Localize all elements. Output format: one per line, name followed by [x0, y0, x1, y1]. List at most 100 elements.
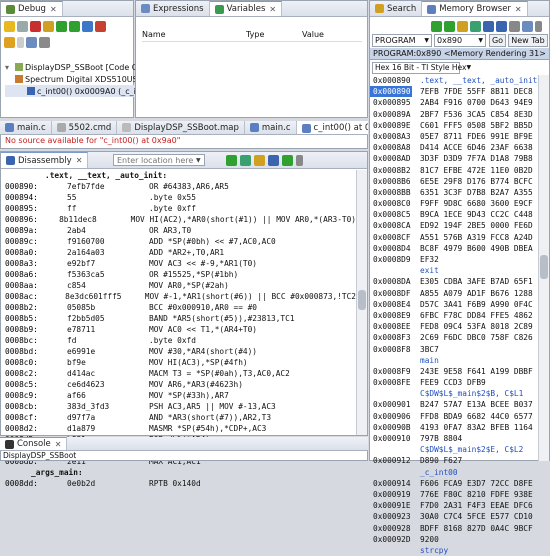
memory-row[interactable]: 0x000928 BDFF 8168 827D 0A4C 9BCF: [370, 523, 538, 534]
step-return-icon[interactable]: [69, 20, 80, 32]
disassembly-row[interactable]: 0008ac: 8e3dc601fff5 MOV #-1,*AR1(short(#6…: [1, 291, 356, 302]
memory-label[interactable]: C$DW$L$_main$2$E, C$L2: [370, 444, 538, 455]
memory-row[interactable]: 0x0008CA ED92 194F 2BE5 0000 FE6D: [370, 220, 538, 231]
disassembly-row[interactable]: 0008cb: 383d_3fd3 PSH AC3,AR5 || MOV #-13,…: [1, 401, 356, 412]
memory-row[interactable]: 0x00092D 9200: [370, 534, 538, 545]
memory-rendering-tab[interactable]: PROGRAM:0x890 <Memory Rendering 31>✕: [370, 48, 549, 60]
resume-icon[interactable]: [4, 20, 15, 32]
disassembly-scrollbar[interactable]: [356, 170, 367, 435]
tab-5502-cmd[interactable]: 5502.cmd: [52, 121, 118, 134]
memory-row[interactable]: 0x0008C5 B9CA 1ECE 9D43 CC2C C448: [370, 209, 538, 220]
disassembly-row[interactable]: 000894: 55 .byte 0x55: [1, 192, 356, 203]
disassembly-row[interactable]: 0008a6: f5363ca5 OR #15525,*SP(#1bh): [1, 269, 356, 280]
disassembly-row[interactable]: 0008b9: e78711 MOV AC0 << T1,*(AR4+T0): [1, 324, 356, 335]
disassembly-label[interactable]: _args_main:: [1, 467, 356, 478]
tab-variables[interactable]: Variables ✕: [209, 1, 283, 16]
memory-row[interactable]: 0x000901 B247 57A7 E13A BCEE B037: [370, 399, 538, 410]
step-into-icon[interactable]: [43, 20, 54, 32]
disassembly-row[interactable]: 0008c2: d414ac MACM T3 = *SP(#0ah),T3,AC0,…: [1, 368, 356, 379]
menu-icon[interactable]: [296, 155, 303, 166]
disassembly-row[interactable]: 000896: 8b11dec8 MOV HI(AC2),*AR0(short(#1…: [1, 214, 356, 225]
gear-icon[interactable]: [4, 36, 15, 48]
tab-search[interactable]: Search: [370, 1, 423, 16]
restart-icon[interactable]: [95, 20, 106, 32]
new-tab-button[interactable]: New Tab: [508, 34, 548, 47]
refresh-icon[interactable]: [240, 155, 251, 166]
save-icon[interactable]: [483, 20, 494, 32]
back-icon[interactable]: [431, 20, 442, 32]
address-field[interactable]: 0x890 ▼: [434, 34, 486, 47]
disassembly-row[interactable]: 0008aa: c854 MOV AR0,*SP(#2ah): [1, 280, 356, 291]
memory-row[interactable]: 0x0008AD 3D3F D3D9 7F7A D1A8 79B8: [370, 153, 538, 164]
disassembly-row[interactable]: 0008a0: 2a164a03 ADD *AR2+,T0,AR1: [1, 247, 356, 258]
menu-icon[interactable]: [535, 20, 542, 32]
disassembly-row[interactable]: 0008c9: af66 MOV *SP(#33h),AR7: [1, 390, 356, 401]
go-icon[interactable]: [226, 155, 237, 166]
source-icon[interactable]: [268, 155, 279, 166]
disassembly-row[interactable]: 0008b2: 05085b BCC #0x000910,AR0 == #0: [1, 302, 356, 313]
chip-icon[interactable]: [39, 36, 50, 48]
memory-row[interactable]: 0x0008E9 6FBC F78C DD84 FFE5 4862: [370, 310, 538, 321]
memory-row[interactable]: 0x0008A3 05E7 8711 FDE6 991E BF9E: [370, 131, 538, 142]
memory-row[interactable]: 0x0008BB 6351 3C3F D7B8 B2A7 A355: [370, 187, 538, 198]
format-select[interactable]: Hex 16 Bit - TI Style Hex ▼: [372, 62, 471, 74]
memory-label[interactable]: exit: [370, 265, 538, 276]
memory-row[interactable]: 0x0008E4 D57C 3A41 F6B9 A990 0F4C: [370, 299, 538, 310]
close-icon[interactable]: ✕: [76, 156, 83, 165]
disassembly-row[interactable]: 0008bc: fd .byte 0xfd: [1, 335, 356, 346]
disassembly-row[interactable]: 0008d2: d1a879 MASMR *SP(#54h),*CDP+,AC3: [1, 423, 356, 434]
memory-row[interactable]: 0x0008F3 2C69 F6DC DBC0 758F C826: [370, 332, 538, 343]
memory-row[interactable]: 0x000919 776E F80C 8210 FDFE 938E: [370, 489, 538, 500]
memory-row[interactable]: 0x00089E C601 FFF5 0508 5BF2 BB5D: [370, 120, 538, 131]
chevron-down-icon[interactable]: ▼: [196, 157, 201, 164]
col-type[interactable]: Type: [246, 30, 302, 41]
fill-icon[interactable]: [522, 20, 533, 32]
close-icon[interactable]: ✕: [50, 5, 57, 14]
terminate-icon[interactable]: [30, 20, 41, 32]
memory-row[interactable]: 0x000895 2AB4 F916 0700 D643 94E9: [370, 97, 538, 108]
memory-row[interactable]: 0x0008F9 243E 9E58 F641 A199 DBBF: [370, 366, 538, 377]
memory-label[interactable]: _c_int00: [370, 467, 538, 478]
close-icon[interactable]: ✕: [269, 5, 276, 14]
suspend-icon[interactable]: [17, 20, 28, 32]
memory-row[interactable]: 0x0008C0 F9FF 9D8C 6680 3600 E9CF: [370, 198, 538, 209]
tab-main-c-2[interactable]: main.c: [245, 121, 297, 134]
col-value[interactable]: Value: [302, 30, 324, 41]
scroll-thumb[interactable]: [358, 290, 366, 310]
memory-scrollbar[interactable]: [538, 75, 549, 461]
memory-row[interactable]: 0x0008B6 6E5E 29F8 D176 B774 BCFC: [370, 176, 538, 187]
tab-memory-browser[interactable]: Memory Browser ✕: [422, 1, 528, 16]
reset-icon[interactable]: [82, 20, 93, 32]
memory-row[interactable]: 0x0008D9 EF32: [370, 254, 538, 265]
close-icon[interactable]: ✕: [55, 440, 62, 449]
tab-c-int00[interactable]: c_int00() at 0x9a0✕: [296, 121, 368, 134]
memory-row[interactable]: 0x0008F8 3BC7: [370, 344, 538, 355]
close-icon[interactable]: ✕: [515, 5, 522, 14]
memory-row[interactable]: 0x000910 797B 8804: [370, 433, 538, 444]
memory-row[interactable]: 0x0008B2 81C7 EFBE 472E 11E0 0B2D: [370, 165, 538, 176]
disassembly-row[interactable]: 00089c: f9160700 ADD *SP(#0bh) << #7,AC0,A…: [1, 236, 356, 247]
memory-row[interactable]: 0x0008D4 BC8F 4979 B600 490B DBEA: [370, 243, 538, 254]
memory-row[interactable]: 0x000923 30A0 C7C4 5FCE E577 CD10: [370, 511, 538, 522]
step-icon[interactable]: [282, 155, 293, 166]
go-button[interactable]: Go: [489, 34, 506, 47]
memory-row[interactable]: 0x000890 7EFB 7FDE 55FF 8B11 DEC8: [370, 86, 538, 98]
disassembly-row[interactable]: 0008dd: 0e0b2d RPTB 0x140d: [1, 478, 356, 489]
disassembly-row[interactable]: 0008bd: e6991e MOV #30,*AR4(short(#4)): [1, 346, 356, 357]
bug-icon[interactable]: [26, 36, 37, 48]
step-over-icon[interactable]: [56, 20, 67, 32]
memory-row[interactable]: 0x0008FE FEE9 CCD3 DFB9: [370, 377, 538, 388]
refresh-icon[interactable]: [470, 20, 481, 32]
page-select[interactable]: PROGRAM ▼: [372, 34, 432, 47]
disassembly-row[interactable]: 0008c5: ce6d4623 MOV AR6,*AR3(#4623h): [1, 379, 356, 390]
memory-label[interactable]: strcpy: [370, 545, 538, 556]
load-icon[interactable]: [496, 20, 507, 32]
disassembly-row[interactable]: 0008c0: bf9e MOV HI(AC3),*SP(#4fh): [1, 357, 356, 368]
home-icon[interactable]: [457, 20, 468, 32]
tab-debug[interactable]: Debug ✕: [1, 1, 63, 16]
memory-row[interactable]: 0x00089A 2BF7 F536 3CA5 C854 8E3D: [370, 109, 538, 120]
memory-label[interactable]: 0x000890 .text, __text, _auto_init: [370, 75, 538, 86]
location-field[interactable]: ▼: [113, 154, 205, 166]
disassembly-row[interactable]: 000895: ff .byte 0xff: [1, 203, 356, 214]
memory-row[interactable]: 0x00091E F7D0 2A31 F4F3 EEAE DFC6: [370, 500, 538, 511]
